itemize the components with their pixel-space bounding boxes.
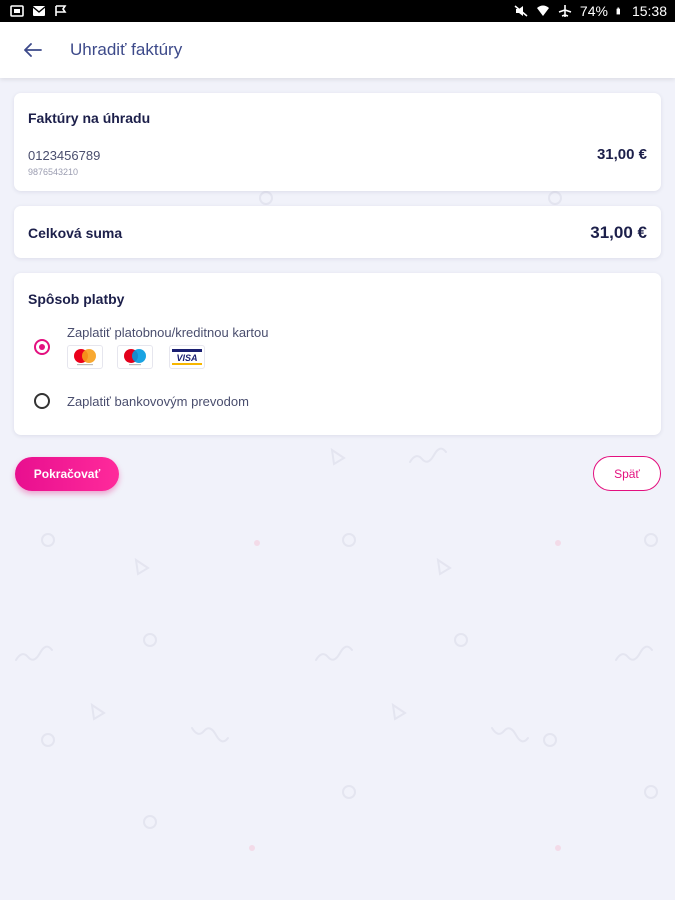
mail-icon xyxy=(32,6,46,16)
continue-button[interactable]: Pokračovať xyxy=(15,457,119,491)
flag-icon xyxy=(55,5,67,16)
tablet-icon xyxy=(10,5,24,17)
battery-icon xyxy=(616,7,620,15)
back-arrow-button[interactable] xyxy=(0,22,70,78)
page-title: Uhradiť faktúry xyxy=(70,40,183,59)
total-label: Celková suma xyxy=(28,225,123,241)
app-bar: Uhradiť faktúry xyxy=(0,22,675,78)
card-payment-label[interactable]: Zaplatiť platobnou/kreditnou kartou xyxy=(67,325,268,340)
bank-transfer-label[interactable]: Zaplatiť bankovovým prevodom xyxy=(67,394,249,409)
wifi-icon xyxy=(536,5,549,16)
card-payment-radio[interactable] xyxy=(34,339,50,355)
total-amount: 31,00 € xyxy=(590,223,647,242)
status-right: 74% 15:38 xyxy=(514,3,667,19)
status-bar: 74% 15:38 xyxy=(0,0,675,22)
payment-method-title: Spôsob platby xyxy=(28,291,125,307)
invoices-title: Faktúry na úhradu xyxy=(28,110,151,126)
total-card: Celková suma 31,00 € xyxy=(14,206,661,258)
bank-transfer-radio[interactable] xyxy=(34,393,50,409)
airplane-icon xyxy=(558,5,572,17)
visa-icon: VISA xyxy=(169,345,205,369)
back-button[interactable]: Späť xyxy=(593,456,661,491)
invoice-number: 0123456789 xyxy=(28,148,101,163)
payment-method-card: Spôsob platby Zaplatiť platobnou/kreditn… xyxy=(14,273,661,435)
arrow-left-icon xyxy=(24,43,42,57)
invoice-secondary-number: 9876543210 xyxy=(28,167,79,177)
invoice-amount: 31,00 € xyxy=(596,146,647,163)
mastercard-icon xyxy=(67,345,103,369)
status-left xyxy=(10,5,68,17)
invoices-card: Faktúry na úhradu 0123456789 9876543210 … xyxy=(14,93,661,191)
mute-icon xyxy=(514,5,528,17)
svg-text:VISA: VISA xyxy=(176,353,197,363)
maestro-icon xyxy=(117,345,153,369)
clock: 15:38 xyxy=(631,3,667,19)
battery-percent: 74% xyxy=(579,3,608,19)
